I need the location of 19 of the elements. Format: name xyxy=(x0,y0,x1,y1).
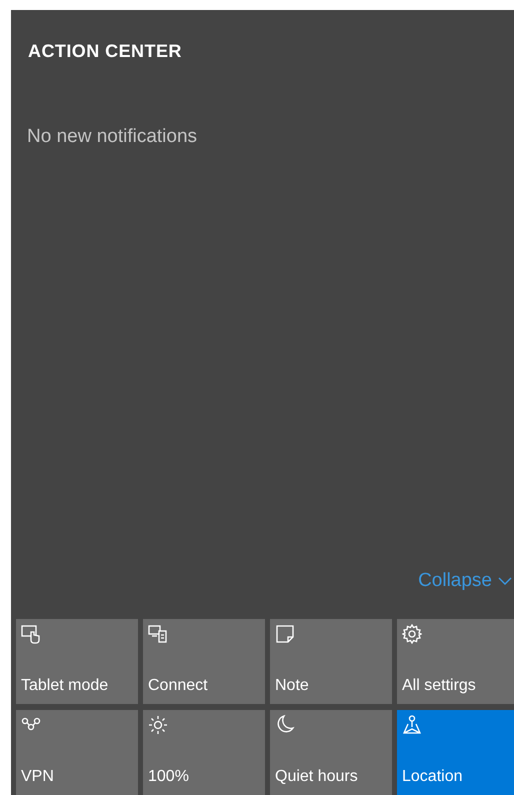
collapse-button[interactable]: Collapse xyxy=(418,566,512,595)
sun-icon xyxy=(148,715,168,735)
quick-action-tile[interactable]: Location xyxy=(397,710,514,795)
quick-action-tile[interactable]: Quiet hours xyxy=(270,710,392,795)
screens-icon xyxy=(148,624,168,644)
quick-action-tile[interactable]: All settirgs xyxy=(397,619,514,704)
quick-action-tile[interactable]: Note xyxy=(270,619,392,704)
settings-icon xyxy=(402,624,422,644)
quick-action-tile[interactable]: Tablet mode xyxy=(16,619,138,704)
quick-action-tile[interactable]: 100% xyxy=(143,710,265,795)
moon-icon xyxy=(275,715,295,735)
quick-action-tile[interactable]: Connect xyxy=(143,619,265,704)
note-icon xyxy=(275,624,295,644)
tablet-touch-icon xyxy=(21,624,41,644)
location-icon xyxy=(402,715,422,735)
chevron-down-icon xyxy=(498,576,512,586)
panel-title: ACTION CENTER xyxy=(27,40,182,63)
quick-action-tile[interactable]: VPN xyxy=(16,710,138,795)
empty-notifications-text: No new notifications xyxy=(26,125,198,149)
